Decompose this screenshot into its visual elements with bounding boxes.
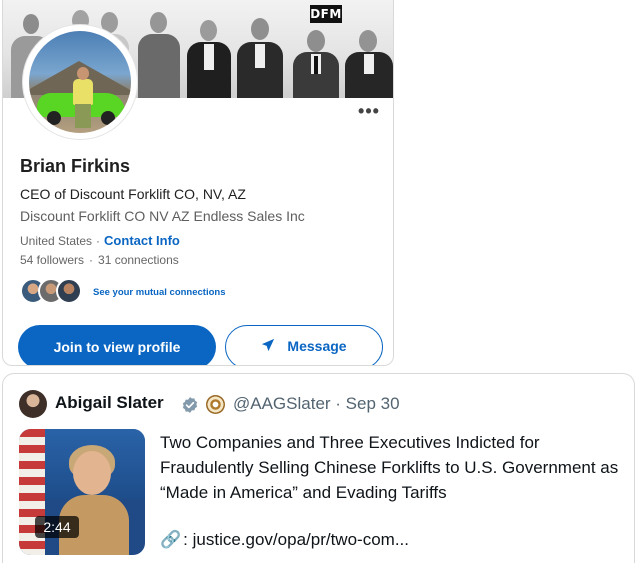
- tweet-text: Two Companies and Three Executives Indic…: [160, 433, 619, 502]
- profile-location-row: United States · Contact Info: [20, 233, 180, 248]
- tweet-link[interactable]: 🔗: justice.gov/opa/pr/two-com...: [160, 530, 409, 550]
- send-icon: [261, 327, 275, 365]
- profile-stats: 54 followers · 31 connections: [20, 253, 179, 267]
- avatar[interactable]: [19, 390, 47, 418]
- followers-count: 54 followers: [20, 253, 85, 267]
- profile-name: Brian Firkins: [20, 156, 131, 176]
- banner-person: [235, 0, 285, 98]
- profile-headline: CEO of Discount Forklift CO, NV, AZ: [20, 186, 246, 202]
- profile-company: Discount Forklift CO NV AZ Endless Sales…: [20, 208, 305, 224]
- connections-count: 31 connections: [98, 253, 179, 267]
- dfm-logo: DFM: [310, 5, 342, 23]
- video-duration: 2:44: [35, 516, 79, 538]
- tweet-card[interactable]: Abigail Slater @AAGSlater · Sep 30 2:44 …: [2, 373, 635, 563]
- mutual-connections-avatars[interactable]: [20, 278, 86, 304]
- mutual-connections-link[interactable]: See your mutual connections: [93, 287, 226, 298]
- profile-avatar[interactable]: [23, 25, 137, 139]
- banner-person: [135, 0, 183, 98]
- video-thumbnail[interactable]: 2:44: [19, 429, 145, 555]
- link-icon: 🔗: [160, 530, 182, 549]
- separator-dot: ·: [89, 253, 94, 267]
- banner-person: [343, 0, 393, 98]
- tweet-handle-date[interactable]: @AAGSlater · Sep 30: [233, 394, 400, 414]
- avatar-photo: [29, 31, 131, 133]
- linkedin-profile-card: DFM ••• Brian Firkins CEO of Discount Fo…: [2, 0, 394, 366]
- contact-info-link[interactable]: Contact Info: [104, 233, 180, 248]
- tweet-author-name[interactable]: Abigail Slater: [55, 393, 164, 413]
- separator-dot: ·: [96, 234, 101, 248]
- more-options-icon[interactable]: •••: [355, 102, 383, 124]
- join-to-view-profile-button[interactable]: Join to view profile: [18, 325, 216, 365]
- message-button[interactable]: Message: [225, 325, 383, 365]
- banner-person: [185, 0, 233, 98]
- tweet-link-text[interactable]: : justice.gov/opa/pr/two-com...: [183, 530, 409, 549]
- verified-badge-icon: [181, 396, 199, 414]
- avatar: [56, 278, 82, 304]
- government-seal-icon: [206, 395, 225, 414]
- profile-location: United States: [20, 234, 93, 248]
- message-button-label: Message: [287, 338, 347, 354]
